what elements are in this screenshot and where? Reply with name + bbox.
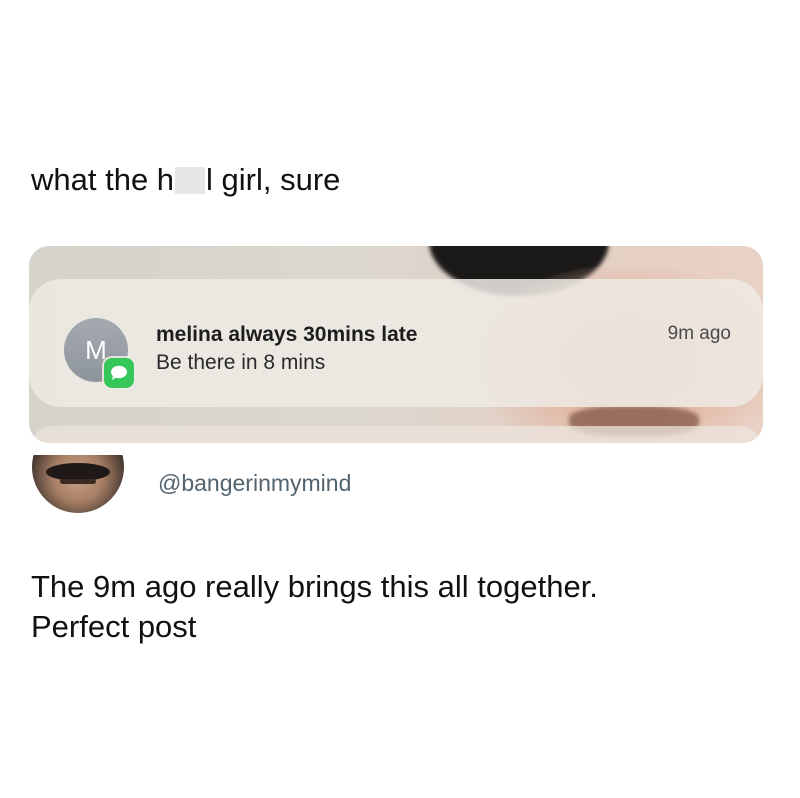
post-caption: what the h l girl, sure [31,160,340,200]
reply-text: The 9m ago really brings this all togeth… [31,567,771,647]
avatar-eyes [60,479,96,484]
notification-screenshot: M melina always 30mins late Be there in … [29,246,763,443]
caption-text-end: l girl, sure [206,162,341,197]
user-avatar[interactable] [32,455,124,515]
messages-icon [104,358,134,388]
notification-timestamp: 9m ago [667,323,731,344]
caption-text-start: what the h [31,162,175,197]
stacked-notification[interactable] [29,426,763,443]
reply-line-1: The 9m ago really brings this all togeth… [31,569,598,604]
redaction-block [175,167,206,194]
message-notification[interactable]: M melina always 30mins late Be there in … [29,279,763,407]
notification-sender: melina always 30mins late [156,323,418,346]
reply-line-2: Perfect post [31,609,197,644]
user-handle[interactable]: @bangerinmymind [158,470,351,497]
notification-message: Be there in 8 mins [156,351,326,374]
